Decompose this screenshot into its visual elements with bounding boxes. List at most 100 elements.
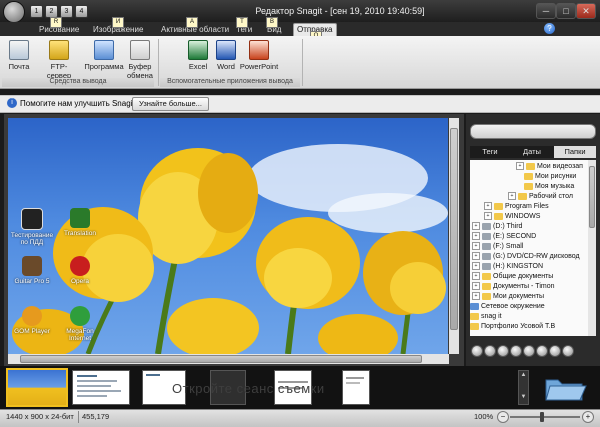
- tree-item-label: WINDOWS: [505, 213, 541, 220]
- tray-scrollbar[interactable]: ▲ ▼: [518, 370, 529, 405]
- powerpoint-button[interactable]: PowerPoint: [238, 40, 280, 76]
- program-button[interactable]: Программа: [84, 40, 124, 76]
- library-tool-icon[interactable]: [471, 345, 483, 357]
- zoom-slider[interactable]: [510, 416, 580, 418]
- powerpoint-button-label: PowerPoint: [239, 62, 279, 71]
- tree-item[interactable]: + (F:) Small: [470, 242, 523, 252]
- tab-view[interactable]: Вид B: [264, 17, 284, 36]
- email-button[interactable]: Почта: [6, 40, 32, 76]
- tree-scrollbar[interactable]: [588, 160, 596, 336]
- tab-tags[interactable]: Теги Т: [233, 17, 255, 36]
- expand-icon[interactable]: +: [472, 242, 480, 251]
- excel-button[interactable]: Excel: [184, 40, 212, 76]
- app-icon: [21, 208, 43, 230]
- tray-thumbnail[interactable]: [72, 370, 130, 405]
- expand-icon[interactable]: +: [472, 222, 480, 231]
- library-tool-icon[interactable]: [510, 345, 522, 357]
- folder-icon: [524, 182, 533, 190]
- scroll-thumb[interactable]: [450, 128, 458, 330]
- tree-item[interactable]: + Program Files: [470, 202, 549, 212]
- expand-icon[interactable]: +: [472, 282, 480, 291]
- tray-thumbnail-selected[interactable]: [6, 368, 68, 407]
- folder-icon: [545, 379, 587, 401]
- vertical-scrollbar[interactable]: [449, 118, 459, 354]
- expand-icon[interactable]: +: [484, 212, 492, 221]
- tree-item-label: Сетевое окружение: [481, 303, 545, 310]
- folder-icon: [494, 202, 503, 210]
- tree-item-label: Моя музыка: [535, 183, 575, 190]
- expand-icon[interactable]: +: [516, 162, 524, 171]
- app-menu-button[interactable]: [3, 1, 25, 23]
- open-library-folder-icon[interactable]: [542, 372, 588, 402]
- tree-item-label: Мои рисунки: [535, 173, 577, 180]
- tree-item[interactable]: + Рабочий стол: [470, 192, 573, 202]
- tree-item[interactable]: + (E:) SECOND: [470, 232, 536, 242]
- tree-item[interactable]: + WINDOWS: [470, 212, 540, 222]
- tab-folders[interactable]: Папки: [554, 146, 596, 158]
- tab-tags-panel[interactable]: Теги: [470, 146, 510, 158]
- tree-item[interactable]: + Общие документы: [470, 272, 553, 282]
- tree-item[interactable]: Мои рисунки: [470, 172, 576, 182]
- close-button[interactable]: ✕: [576, 3, 596, 19]
- clipboard-button[interactable]: Буфер обмена: [126, 40, 154, 80]
- tree-item[interactable]: + (H:) KINGSTON: [470, 262, 543, 272]
- tree-item[interactable]: + Документы - Timon: [470, 282, 555, 292]
- minimize-button[interactable]: ─: [536, 3, 556, 19]
- library-tool-icon[interactable]: [497, 345, 509, 357]
- tree-item[interactable]: Сетевое окружение: [470, 302, 545, 312]
- app-icon: [22, 306, 42, 326]
- learn-more-button[interactable]: Узнайте больше...: [132, 97, 209, 111]
- tree-item[interactable]: Моя музыка: [470, 182, 574, 192]
- scroll-thumb[interactable]: [20, 355, 422, 363]
- expand-icon[interactable]: +: [472, 232, 480, 241]
- library-tool-icon[interactable]: [549, 345, 561, 357]
- scroll-up-arrow-icon[interactable]: ▲: [520, 372, 527, 380]
- tray-thumbnail[interactable]: [342, 370, 370, 405]
- expand-icon[interactable]: +: [484, 202, 492, 211]
- library-tool-icon[interactable]: [523, 345, 535, 357]
- scroll-thumb[interactable]: [589, 166, 595, 228]
- expand-icon[interactable]: +: [472, 262, 480, 271]
- tree-item[interactable]: snag it: [470, 312, 502, 322]
- zoom-in-button[interactable]: +: [582, 411, 594, 423]
- folder-icon: [524, 172, 533, 180]
- excel-icon: [188, 40, 208, 60]
- tree-item[interactable]: + Мои документы: [470, 292, 544, 302]
- library-tool-icon[interactable]: [484, 345, 496, 357]
- tab-drawing[interactable]: Рисование R: [36, 17, 82, 36]
- tree-item[interactable]: + (G:) DVD/CD-RW дисковод: [470, 252, 580, 262]
- tree-item-label: (D:) Third: [493, 223, 523, 230]
- excel-button-label: Excel: [188, 62, 208, 71]
- expand-icon[interactable]: +: [472, 292, 480, 301]
- ftp-button[interactable]: FTP-сервер: [39, 40, 79, 80]
- help-icon[interactable]: ?: [544, 23, 555, 34]
- horizontal-scrollbar[interactable]: [8, 354, 449, 364]
- tree-item-label: Мои видеозап: [537, 163, 583, 170]
- maximize-button[interactable]: □: [556, 3, 576, 19]
- word-button[interactable]: Word: [212, 40, 240, 76]
- scroll-down-arrow-icon[interactable]: ▼: [520, 394, 527, 402]
- quick-access-button-1[interactable]: 1: [30, 5, 43, 18]
- library-tool-icon[interactable]: [536, 345, 548, 357]
- tab-image[interactable]: Изображение И: [90, 17, 146, 36]
- quick-access-button-4[interactable]: 4: [75, 5, 88, 18]
- tab-send[interactable]: Отправка O: [293, 23, 337, 42]
- image-canvas[interactable]: Тестирование по ПДД Translation Guitar P…: [8, 118, 448, 354]
- library-tool-icon[interactable]: [562, 345, 574, 357]
- tree-item[interactable]: + Мои видеозап: [470, 162, 583, 172]
- tab-dates[interactable]: Даты: [512, 146, 552, 158]
- desktop-icon: Translation: [58, 208, 102, 237]
- drive-icon: [482, 242, 491, 250]
- zoom-out-button[interactable]: −: [497, 411, 509, 423]
- expand-icon[interactable]: +: [508, 192, 516, 201]
- tree-item-label: (F:) Small: [493, 243, 524, 250]
- expand-icon[interactable]: +: [472, 272, 480, 281]
- tree-item[interactable]: Портфолио Усовой Т.В: [470, 322, 555, 332]
- tab-hotspots[interactable]: Активные области A: [158, 17, 232, 36]
- library-search-input[interactable]: [470, 124, 596, 139]
- expand-icon[interactable]: +: [472, 252, 480, 261]
- zoom-slider-thumb[interactable]: [540, 412, 544, 422]
- desktop-icon: Guitar Pro 5: [10, 256, 54, 285]
- tree-item[interactable]: + (D:) Third: [470, 222, 522, 232]
- word-button-label: Word: [217, 62, 235, 71]
